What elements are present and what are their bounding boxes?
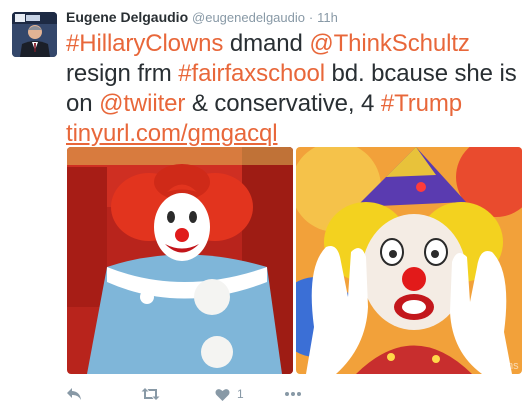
tweet-header: Eugene Delgaudio @eugenedelgaudio · 11h	[66, 8, 338, 27]
retweet-button[interactable]	[141, 385, 160, 403]
tweet-photo-2[interactable]: dreams	[296, 147, 522, 374]
hashtag-link[interactable]: #Trump	[381, 90, 462, 117]
hashtag-link[interactable]: #fairfaxschool	[178, 60, 325, 87]
url-link[interactable]: tinyurl.com/gmgacql	[66, 120, 278, 147]
reply-icon	[67, 388, 81, 400]
author-avatar[interactable]	[12, 12, 57, 57]
clown-photo-2-icon: dreams	[296, 147, 522, 374]
tweet-photo-1[interactable]	[67, 147, 293, 374]
tweet-actions: 1	[66, 385, 366, 403]
heart-icon	[215, 388, 230, 401]
tweet-text: #HillaryClowns dmand @ThinkSchultz resig…	[66, 29, 521, 149]
like-count: 1	[237, 387, 244, 401]
separator-dot: ·	[308, 10, 314, 25]
retweet-icon	[141, 388, 160, 400]
photo-watermark: dreams	[482, 360, 519, 372]
more-button[interactable]	[285, 385, 301, 403]
tweet-text-segment: resign frm	[66, 60, 179, 87]
author-handle[interactable]: @eugenedelgaudio	[192, 10, 305, 25]
hashtag-link[interactable]: #HillaryClowns	[66, 30, 223, 57]
tweet-text-segment: & conservative, 4	[185, 90, 381, 117]
clown-photo-1-icon	[67, 147, 293, 374]
like-button[interactable]: 1	[215, 385, 244, 403]
mention-link[interactable]: @twiiter	[99, 90, 185, 117]
mention-link[interactable]: @ThinkSchultz	[309, 30, 470, 57]
tweet-text-segment: dmand	[223, 30, 310, 57]
more-icon	[285, 392, 301, 396]
author-name[interactable]: Eugene Delgaudio	[66, 9, 188, 25]
reply-button[interactable]	[66, 385, 82, 403]
tweet-timestamp[interactable]: 11h	[317, 10, 338, 25]
